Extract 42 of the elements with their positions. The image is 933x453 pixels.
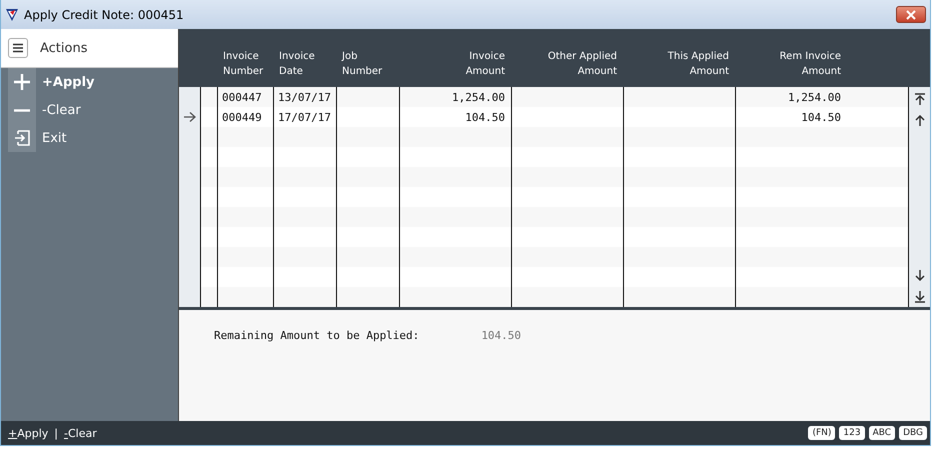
table-row[interactable]: 000447 13/07/17 1,254.00 1,254.00	[179, 87, 908, 107]
summary-value: 104.50	[481, 329, 522, 342]
table-cell-text: 104.50	[800, 110, 841, 124]
app-logo-icon	[5, 8, 19, 22]
close-button[interactable]	[896, 6, 926, 23]
scroll-up-icon[interactable]	[914, 115, 924, 126]
sidebar-item[interactable]: Exit	[8, 124, 178, 152]
window-title: Apply Credit Note: 000451	[24, 8, 185, 22]
plus-icon	[14, 74, 30, 90]
table-cell: 17/07/17	[278, 110, 330, 124]
column-header: Job Number	[342, 50, 382, 79]
table-row[interactable]: 000449 17/07/17 104.50 104.50	[179, 107, 908, 127]
column-header: Other Applied Amount	[548, 50, 617, 79]
sidebar-title: Actions	[40, 40, 88, 56]
table-cell-text: 000447	[222, 90, 263, 104]
column-header: Invoice Date	[279, 50, 315, 79]
scroll-bottom-icon[interactable]	[914, 291, 924, 303]
column-header: This Applied Amount	[668, 50, 729, 79]
separator: |	[54, 426, 58, 440]
sidebar-item[interactable]: -Clear	[8, 96, 178, 124]
table-cell-text: 104.50	[464, 110, 505, 124]
scroll-down-icon[interactable]	[914, 270, 924, 281]
mode-badge[interactable]: DBG	[899, 426, 927, 440]
column-header: Invoice Amount	[466, 50, 505, 79]
mode-badge[interactable]: 123	[839, 426, 865, 440]
summary-label: Remaining Amount to be Applied:	[214, 329, 420, 342]
minus-icon	[14, 108, 30, 112]
mode-badge[interactable]: (FN)	[808, 426, 836, 440]
column-header: Rem Invoice Amount	[780, 50, 841, 79]
shortcut-link[interactable]: +Apply	[8, 426, 48, 440]
shortcut-link[interactable]: -Clear	[64, 426, 97, 440]
table-cell-text: 1,254.00	[787, 90, 841, 104]
menu-icon[interactable]	[8, 38, 28, 58]
table-cell: 13/07/17	[278, 90, 330, 104]
table-cell-text: 000449	[222, 110, 263, 124]
close-icon	[906, 10, 916, 20]
exit-icon	[14, 130, 30, 146]
table-cell-text: 1,254.00	[451, 90, 505, 104]
sidebar-item[interactable]: +Apply	[8, 68, 178, 96]
column-header: Invoice Number	[223, 50, 264, 79]
mode-badge[interactable]: ABC	[868, 426, 896, 440]
scroll-top-icon[interactable]	[914, 93, 924, 105]
